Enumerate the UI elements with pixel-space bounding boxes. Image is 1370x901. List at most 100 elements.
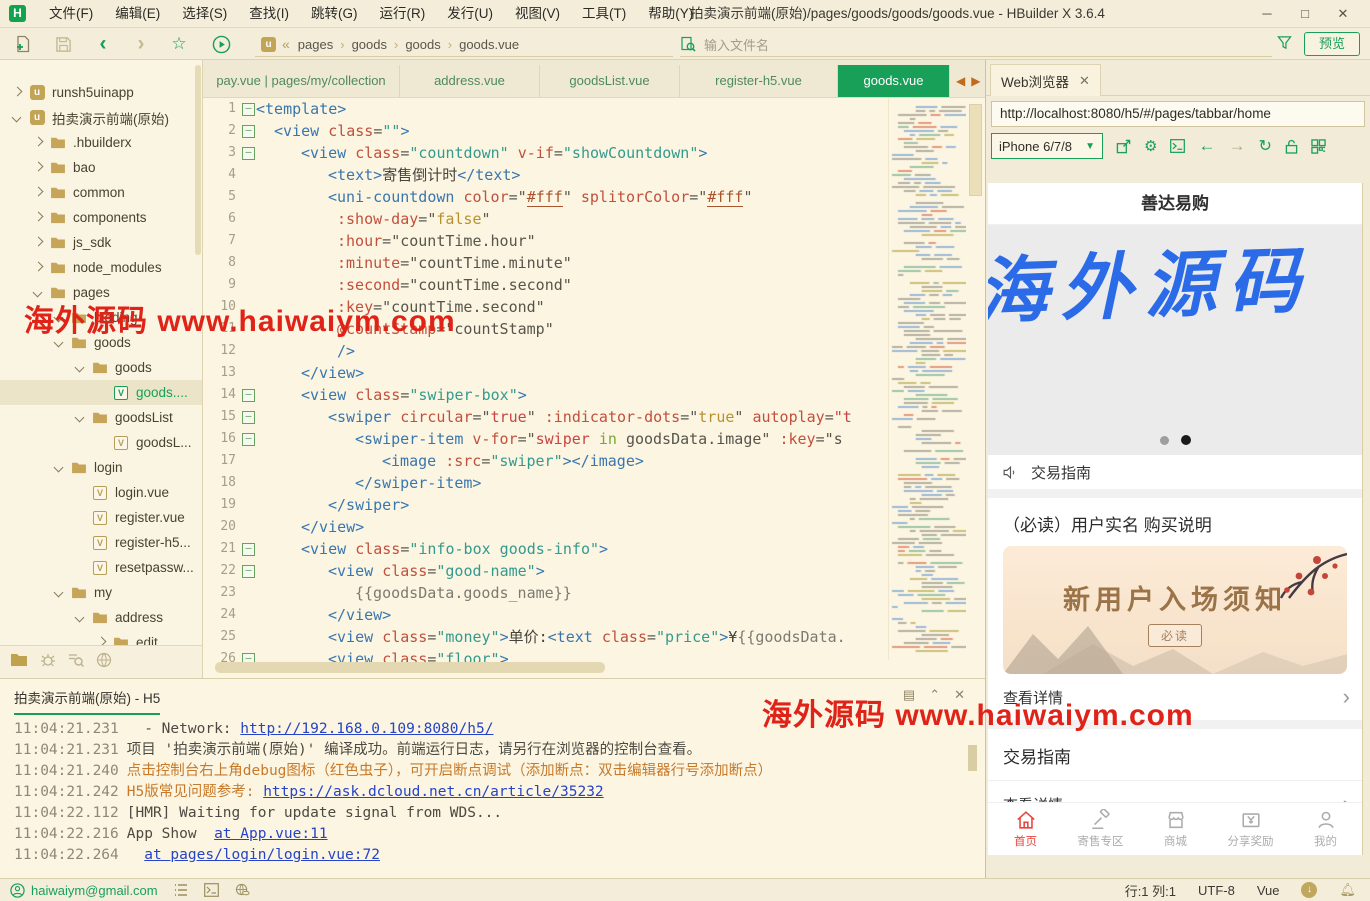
- tree-item-bidding[interactable]: bidding: [0, 305, 203, 330]
- console-link[interactable]: at App.vue:11: [214, 826, 328, 842]
- update-download-icon[interactable]: ↓: [1301, 882, 1317, 898]
- chevron-down-icon[interactable]: [54, 588, 64, 598]
- console-link[interactable]: http://192.168.0.109:8080/h5/: [240, 721, 493, 737]
- fold-marker-icon[interactable]: [241, 538, 256, 560]
- fold-marker-icon[interactable]: [241, 98, 256, 120]
- line-number[interactable]: 12: [203, 340, 241, 362]
- menu-item[interactable]: 工具(T): [571, 0, 637, 27]
- chevron-down-icon[interactable]: [33, 288, 43, 298]
- line-number[interactable]: 10: [203, 296, 241, 318]
- preview-button[interactable]: 预览: [1304, 32, 1360, 56]
- account-email[interactable]: haiwaiym@gmail.com: [31, 883, 158, 898]
- line-number[interactable]: 20: [203, 516, 241, 538]
- chevron-right-icon[interactable]: [33, 188, 43, 198]
- editor-tab-address.vue[interactable]: address.vue: [400, 65, 540, 97]
- url-input[interactable]: http://localhost:8080/h5/#/pages/tabbar/…: [991, 101, 1365, 127]
- chevron-right-icon[interactable]: [33, 163, 43, 173]
- line-number[interactable]: 16: [203, 428, 241, 450]
- chevron-down-icon[interactable]: [54, 313, 64, 323]
- tab-scroll-right-icon[interactable]: ▶: [971, 74, 980, 88]
- line-number[interactable]: 4: [203, 164, 241, 186]
- line-number[interactable]: 11: [203, 318, 241, 340]
- fold-marker-icon[interactable]: [241, 142, 256, 164]
- network-globe-icon[interactable]: [235, 883, 250, 897]
- file-search-input[interactable]: 输入文件名: [680, 32, 1272, 57]
- tree-item-.hbuilderx[interactable]: .hbuilderx: [0, 130, 203, 155]
- tree-item-goodsl...[interactable]: VgoodsL...: [0, 430, 203, 455]
- code-line[interactable]: 8:minute="countTime.minute": [203, 252, 888, 274]
- carousel-dot[interactable]: [1160, 436, 1169, 445]
- code-line[interactable]: 22<view class="good-name">: [203, 560, 888, 582]
- line-number[interactable]: 15: [203, 406, 241, 428]
- chevron-right-icon[interactable]: [33, 238, 43, 248]
- line-number[interactable]: 9: [203, 274, 241, 296]
- qrcode-icon[interactable]: [1311, 139, 1326, 154]
- code-line[interactable]: 17<image :src="swiper"></image>: [203, 450, 888, 472]
- tree-item-node_modules[interactable]: node_modules: [0, 255, 203, 280]
- code-line[interactable]: 1<template>: [203, 98, 888, 120]
- line-number[interactable]: 24: [203, 604, 241, 626]
- chevron-right-icon[interactable]: [33, 263, 43, 273]
- code-line[interactable]: 23{{goodsData.goods_name}}: [203, 582, 888, 604]
- console-scrollbar[interactable]: [968, 745, 977, 771]
- view-details-link[interactable]: 查看详情 ›: [988, 674, 1362, 720]
- line-number[interactable]: 17: [203, 450, 241, 472]
- tree-item-register.vue[interactable]: Vregister.vue: [0, 505, 203, 530]
- line-number[interactable]: 1: [203, 98, 241, 120]
- fold-marker-icon[interactable]: [241, 406, 256, 428]
- console-close-icon[interactable]: ✕: [954, 687, 965, 703]
- new-file-button[interactable]: [10, 31, 36, 57]
- tree-item-bao[interactable]: bao: [0, 155, 203, 180]
- bookmark-star-button[interactable]: ☆: [166, 31, 192, 57]
- code-line[interactable]: 5<uni-countdown color="#fff" splitorColo…: [203, 186, 888, 208]
- line-number[interactable]: 2: [203, 120, 241, 142]
- menu-item[interactable]: 文件(F): [38, 0, 104, 27]
- console-clear-icon[interactable]: ▤: [903, 687, 915, 703]
- chevron-right-icon[interactable]: [33, 138, 43, 148]
- tree-item-runsh5uinapp[interactable]: urunsh5uinapp: [0, 80, 203, 105]
- code-line[interactable]: 16<swiper-item v-for="swiper in goodsDat…: [203, 428, 888, 450]
- chevron-down-icon[interactable]: [54, 463, 64, 473]
- breadcrumb-item[interactable]: goods: [405, 37, 440, 52]
- sidebar-scrollbar[interactable]: [195, 65, 201, 255]
- unlock-icon[interactable]: [1285, 139, 1298, 154]
- code-line[interactable]: 20</view>: [203, 516, 888, 538]
- minimap[interactable]: [888, 98, 966, 660]
- notification-bell-icon[interactable]: 🔔︎: [1339, 882, 1356, 898]
- line-number[interactable]: 18: [203, 472, 241, 494]
- line-number[interactable]: 8: [203, 252, 241, 274]
- minimize-button[interactable]: ─: [1248, 0, 1286, 27]
- menu-item[interactable]: 查找(I): [238, 0, 300, 27]
- menu-item[interactable]: 跳转(G): [300, 0, 369, 27]
- line-number[interactable]: 6: [203, 208, 241, 230]
- menu-item[interactable]: 视图(V): [504, 0, 571, 27]
- browser-tab[interactable]: Web浏览器 ✕: [990, 64, 1101, 96]
- nav-back-button[interactable]: ‹: [90, 31, 116, 57]
- fold-marker-icon[interactable]: [241, 560, 256, 582]
- editor-tab-goodslist.vue[interactable]: goodsList.vue: [540, 65, 680, 97]
- console-terminal-icon[interactable]: [1170, 139, 1185, 153]
- app-tab-shop[interactable]: 商城: [1138, 803, 1213, 855]
- save-button[interactable]: [50, 31, 76, 57]
- tree-item-components[interactable]: components: [0, 205, 203, 230]
- tree-item-my[interactable]: my: [0, 580, 203, 605]
- chevron-down-icon[interactable]: [75, 363, 85, 373]
- code-line[interactable]: 18</swiper-item>: [203, 472, 888, 494]
- code-line[interactable]: 3<view class="countdown" v-if="showCount…: [203, 142, 888, 164]
- filter-funnel-icon[interactable]: [1277, 35, 1292, 55]
- editor-tab-goods.vue[interactable]: goods.vue: [838, 65, 950, 97]
- chevron-right-icon[interactable]: [12, 88, 22, 98]
- tree-item-goods[interactable]: goods: [0, 355, 203, 380]
- code-line[interactable]: 25<view class="money">单价:<text class="pr…: [203, 626, 888, 648]
- editor-tab-register-h5.vue[interactable]: register-h5.vue: [680, 65, 838, 97]
- code-line[interactable]: 24</view>: [203, 604, 888, 626]
- browser-back-icon[interactable]: ←: [1198, 136, 1215, 156]
- code-line[interactable]: 10:key="countTime.second": [203, 296, 888, 318]
- file-language[interactable]: Vue: [1257, 883, 1280, 898]
- code-line[interactable]: 13</view>: [203, 362, 888, 384]
- tree-item-goods[interactable]: goods: [0, 330, 203, 355]
- account-info[interactable]: haiwaiym@gmail.com: [10, 883, 158, 898]
- code-line[interactable]: 2<view class="">: [203, 120, 888, 142]
- tree-item-goods....[interactable]: Vgoods....: [0, 380, 203, 405]
- code-line[interactable]: 4<text>寄售倒计时</text>: [203, 164, 888, 186]
